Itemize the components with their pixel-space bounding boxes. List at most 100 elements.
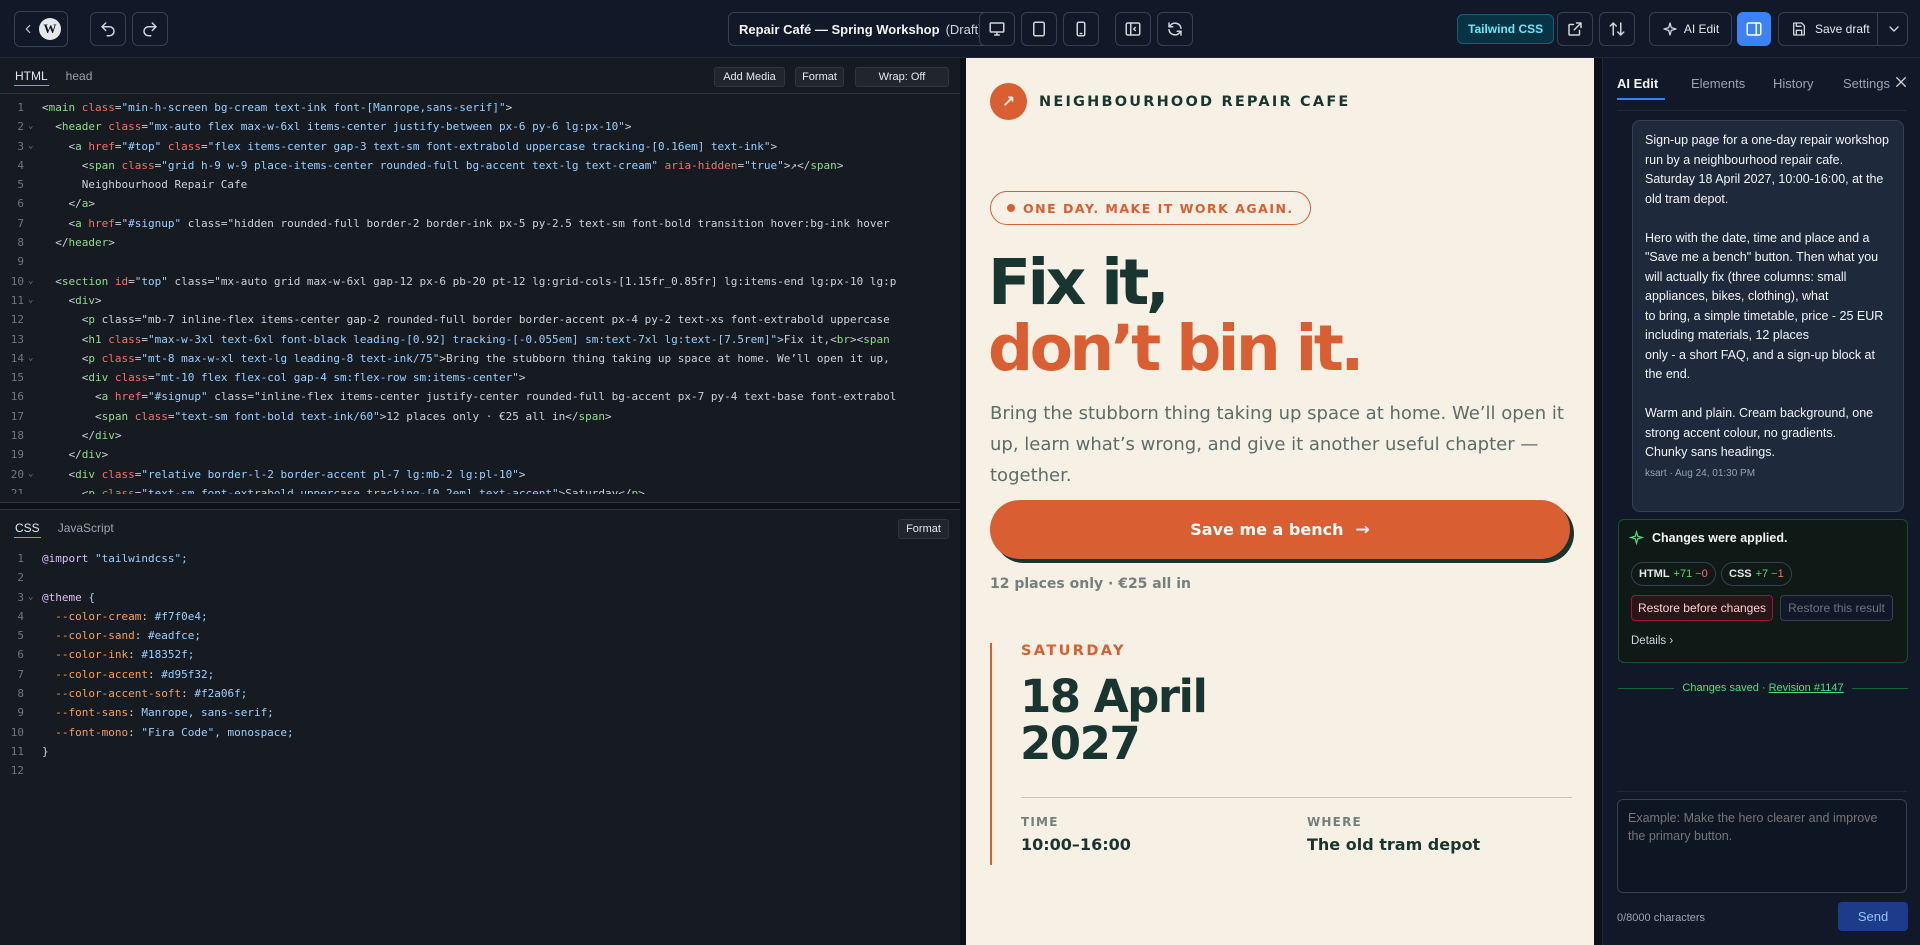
fold-gutter [28,252,42,271]
brand-link[interactable]: ↗ NEIGHBOURHOOD REPAIR CAFE [990,83,1351,120]
toggle-editor-button[interactable] [1115,12,1151,46]
code-line[interactable]: 3 ⌄ <a href="#top" class="flex items-cent… [0,137,960,156]
code-line[interactable]: 8 </header> [0,233,960,252]
code-line[interactable]: 10 ⌄ <section id="top" class="mx-auto gri… [0,272,960,291]
code-line[interactable]: 12 <p class="mb-7 inline-flex items-cent… [0,310,960,329]
css-diff-pill[interactable]: CSS +7 −1 [1721,562,1792,586]
fold-chevron-icon[interactable]: ⌄ [28,117,42,136]
code-line[interactable]: 7 <a href="#signup" class="hidden rounde… [0,214,960,233]
code-line[interactable]: 9 --font-sans: Manrope, sans-serif; [0,703,960,722]
wrap-toggle-button[interactable]: Wrap: Off [855,67,949,87]
css-code-area[interactable]: 1 @import "tailwindcss"; 2 3 ⌄ @theme {4 --co… [0,546,960,945]
code-line[interactable]: 17 <span class="text-sm font-bold text-i… [0,407,960,426]
back-wordpress-button[interactable]: W [14,11,68,47]
line-number: 5 [17,629,24,643]
tab-elements[interactable]: Elements [1691,76,1745,91]
toggle-ai-panel-button[interactable] [1737,12,1771,46]
code-line[interactable]: 9 [0,252,960,271]
sparkle-icon [1629,530,1644,545]
editor-splitter[interactable] [0,502,960,510]
fold-gutter [28,214,42,233]
line-number: 2 [17,120,24,134]
prompt-input[interactable] [1617,799,1907,893]
fold-chevron-icon[interactable]: ⌄ [28,272,42,291]
format-html-button[interactable]: Format [795,67,844,87]
tab-ai-edit[interactable]: AI Edit [1617,76,1658,91]
code-line[interactable]: 4 <span class="grid h-9 w-9 place-items-… [0,156,960,175]
save-bench-button[interactable]: Save me a bench → [990,500,1570,559]
code-line[interactable]: 5 Neighbourhood Repair Cafe [0,175,960,194]
code-line[interactable]: 1 <main class="min-h-screen bg-cream text… [0,98,960,117]
add-media-button[interactable]: Add Media [714,67,785,87]
code-line[interactable]: 5 --color-sand: #eadfce; [0,626,960,645]
code-line[interactable]: 18 </div> [0,426,960,445]
code-line[interactable]: 21 <p class="text-sm font-extrabold uppe… [0,484,960,494]
tab-history[interactable]: History [1773,76,1813,91]
tab-settings[interactable]: Settings [1843,76,1890,91]
user-message-text: Sign-up page for a one-day repair worksh… [1645,133,1889,459]
mobile-icon [1076,21,1086,37]
code-text: </div> [81,429,122,443]
code-line[interactable]: 6 </a> [0,194,960,213]
code-line[interactable]: 12 [0,761,960,780]
tablet-view-button[interactable] [1021,12,1057,46]
code-line[interactable]: 1 @import "tailwindcss"; [0,549,960,568]
format-css-button[interactable]: Format [898,519,949,539]
send-button[interactable]: Send [1838,902,1908,931]
hero-heading: Fix it, don’t bin it. [988,246,1364,382]
code-line[interactable]: 13 <h1 class="max-w-3xl text-6xl font-bl… [0,330,960,349]
code-line[interactable]: 7 --color-accent: #d95f32; [0,665,960,684]
mobile-view-button[interactable] [1063,12,1099,46]
ai-panel-splitter[interactable] [1594,58,1602,945]
where-value: The old tram depot [1307,835,1481,854]
code-line[interactable]: 14 ⌄ <p class="mt-8 max-w-xl text-lg lead… [0,349,960,368]
code-line[interactable]: 2 ⌄ <header class="mx-auto flex max-w-6xl… [0,117,960,136]
document-title[interactable]: Repair Café — Spring Workshop (Draft) [728,12,994,46]
code-line[interactable]: 11 ⌄ <div> [0,291,960,310]
ai-edit-button[interactable]: AI Edit [1649,12,1732,46]
html-diff-pill[interactable]: HTML +71 −0 [1631,562,1716,586]
save-draft-button[interactable]: Save draft [1778,12,1908,46]
details-toggle[interactable]: Details › [1631,635,1673,647]
chevron-down-icon[interactable] [1886,21,1902,37]
line-number: 8 [17,687,24,701]
code-line[interactable]: 3 ⌄ @theme { [0,588,960,607]
desktop-view-button[interactable] [979,12,1015,46]
restore-before-button[interactable]: Restore before changes [1631,595,1773,621]
css-pill-label: CSS [1729,568,1752,580]
code-line[interactable]: 16 <a href="#signup" class="inline-flex … [0,387,960,406]
fold-chevron-icon[interactable]: ⌄ [28,137,42,156]
tab-css[interactable]: CSS [8,510,47,546]
fold-chevron-icon[interactable]: ⌄ [28,465,42,484]
code-line[interactable]: 15 <div class="mt-10 flex flex-col gap-4… [0,368,960,387]
fold-chevron-icon[interactable]: ⌄ [28,588,42,607]
code-line[interactable]: 20 ⌄ <div class="relative border-l-2 bord… [0,465,960,484]
revision-link[interactable]: Revision #1147 [1769,682,1844,694]
line-number: 20 [10,467,24,481]
restore-result-button[interactable]: Restore this result [1780,595,1893,621]
code-line[interactable]: 2 [0,568,960,587]
fold-gutter [28,761,42,780]
code-text: <p class="text-sm font-extrabold upperca… [81,486,645,494]
code-text: --color-accent: #d95f32; [55,667,215,681]
code-line[interactable]: 10 --font-mono: "Fira Code", monospace; [0,723,960,742]
sort-button[interactable] [1599,12,1635,46]
fold-chevron-icon[interactable]: ⌄ [28,291,42,310]
tab-html[interactable]: HTML [8,58,55,94]
open-external-button[interactable] [1557,12,1593,46]
code-line[interactable]: 11} [0,742,960,761]
redo-button[interactable] [132,12,168,46]
code-line[interactable]: 4 --color-cream: #f7f0e4; [0,607,960,626]
fold-chevron-icon[interactable]: ⌄ [28,349,42,368]
refresh-preview-button[interactable] [1157,12,1193,46]
tab-head[interactable]: head [59,58,100,94]
close-icon[interactable] [1893,74,1909,90]
html-code-area[interactable]: 1 <main class="min-h-screen bg-cream text… [0,94,960,494]
code-line[interactable]: 6 --color-ink: #18352f; [0,645,960,664]
tab-javascript[interactable]: JavaScript [51,510,121,546]
heading-line-1: Fix it, [988,246,1170,319]
undo-button[interactable] [90,12,126,46]
tailwind-badge[interactable]: Tailwind CSS [1457,14,1555,44]
code-line[interactable]: 8 --color-accent-soft: #f2a06f; [0,684,960,703]
code-line[interactable]: 19 </div> [0,445,960,464]
